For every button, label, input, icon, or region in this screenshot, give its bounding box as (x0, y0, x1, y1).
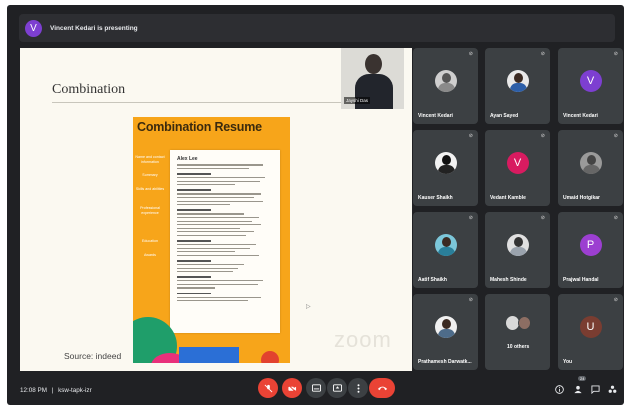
participant-name: You (563, 359, 573, 365)
speaker-name: Jayshi Das (344, 97, 371, 104)
participant-name: Umaid Hotgikar (563, 195, 600, 201)
info-button[interactable] (555, 385, 564, 396)
people-count-badge: 24 (578, 376, 587, 381)
mic-off-icon: ⊘ (468, 51, 473, 57)
mic-off-icon: ⊘ (540, 133, 545, 139)
shared-screen: Combination Jayshi Das Combination Resum… (20, 48, 412, 371)
mic-off-icon: ⊘ (613, 297, 618, 303)
activities-button[interactable] (608, 385, 617, 396)
info-icon (555, 385, 564, 394)
participant-tile[interactable]: ⊘ V Vincent Kedari (558, 48, 623, 124)
participant-name: Kauser Shaikh (418, 195, 453, 201)
participant-tile[interactable]: ⊘ Kauser Shaikh (413, 130, 478, 206)
mic-off-icon: ⊘ (613, 51, 618, 57)
slide-divider (52, 102, 352, 103)
resume-heading: Combination Resume (137, 120, 262, 134)
participant-name: Aatif Shaikh (418, 277, 447, 283)
resume-name: Alex Lee (177, 156, 198, 162)
participant-avatar: P (579, 234, 602, 256)
participant-photo (434, 152, 457, 174)
mic-off-icon: ⊘ (468, 133, 473, 139)
cursor-icon: ▷ (306, 304, 311, 310)
participant-name: Mahesh Shinde (490, 277, 527, 283)
decor-shape (261, 351, 279, 363)
present-now-button[interactable] (327, 378, 347, 398)
participant-tile[interactable]: ⊘ Umaid Hotgikar (558, 130, 623, 206)
resume-side-label: Professional experience (140, 206, 160, 215)
zoom-watermark: zoom (334, 327, 392, 352)
participant-photo (506, 234, 529, 256)
more-options-button[interactable] (348, 378, 368, 398)
speaker-head (365, 54, 382, 74)
meeting-code: ksw-tapk-izr (58, 387, 92, 394)
participant-avatar: U (579, 316, 602, 338)
clock-time: 12:08 PM (20, 387, 47, 394)
participant-tile[interactable]: ⊘ Aatif Shaikh (413, 212, 478, 288)
mic-off-icon: ⊘ (468, 297, 473, 303)
participant-name: Prathamesh Darwatk... (418, 359, 472, 365)
others-tile[interactable]: 10 others (485, 294, 550, 370)
mic-toggle-button[interactable] (258, 378, 278, 398)
participant-tile[interactable]: ⊘ Prathamesh Darwatk... (413, 294, 478, 370)
participant-tile[interactable]: ⊘ Ayan Sayed (485, 48, 550, 124)
participant-name: Vedant Kamble (490, 195, 526, 201)
participant-photo (434, 316, 457, 338)
meet-window: V Vincent Kedari is presenting Combinati… (7, 5, 624, 405)
meeting-details: 12:08 PM | ksw-tapk-izr (20, 387, 92, 394)
participant-tile[interactable]: ⊘ P Prajwal Handal (558, 212, 623, 288)
participant-tile[interactable]: ⊘ Vincent Kedari (413, 48, 478, 124)
participant-photo (434, 234, 457, 256)
slide-title: Combination (52, 82, 126, 97)
resume-image: Combination Resume Name and contact info… (133, 117, 290, 363)
mic-off-icon (264, 384, 272, 392)
participant-avatar: V (579, 70, 602, 92)
people-button[interactable] (573, 385, 583, 396)
chat-icon (591, 385, 600, 395)
chat-button[interactable] (591, 385, 600, 396)
others-label: 10 others (507, 344, 530, 350)
participant-name: Vincent Kedari (418, 113, 453, 119)
people-icon (574, 385, 582, 394)
participant-photo (506, 70, 529, 92)
self-tile[interactable]: ⊘ U You (558, 294, 623, 370)
participant-tile[interactable]: ⊘ Mahesh Shinde (485, 212, 550, 288)
participant-photo (434, 70, 457, 92)
leave-call-button[interactable] (369, 378, 395, 398)
resume-side-label: Awards (144, 252, 156, 257)
slide-source: Source: indeed (64, 351, 122, 361)
resume-side-label: Name and contact information (135, 155, 165, 164)
mic-off-icon: ⊘ (540, 51, 545, 57)
captions-button[interactable] (306, 378, 326, 398)
present-screen-icon (332, 384, 342, 392)
decor-shape (179, 347, 239, 363)
participant-photo (579, 152, 602, 174)
separator: | (51, 387, 54, 394)
presenter-avatar: V (25, 19, 42, 37)
resume-side-label: Education (142, 239, 158, 243)
others-avatars (506, 316, 532, 330)
participant-avatar: V (506, 152, 529, 174)
participant-name: Prajwal Handal (563, 277, 599, 283)
presenting-label: Vincent Kedari is presenting (50, 24, 138, 32)
mic-off-icon: ⊘ (540, 215, 545, 221)
resume-side-label: Summary (142, 173, 158, 177)
resume-paper: Alex Lee (170, 150, 280, 333)
participant-tile[interactable]: ⊘ V Vedant Kamble (485, 130, 550, 206)
mic-off-icon: ⊘ (613, 133, 618, 139)
end-call-icon (377, 386, 387, 391)
mic-off-icon: ⊘ (613, 215, 618, 221)
more-options-icon (357, 383, 359, 393)
speaker-video: Jayshi Das (341, 48, 404, 109)
activities-icon (608, 385, 617, 393)
presenting-bar: V Vincent Kedari is presenting (19, 14, 615, 42)
captions-icon (311, 384, 321, 392)
camera-toggle-button[interactable] (282, 378, 302, 398)
resume-side-label: Skills and abilities (135, 186, 165, 191)
participant-name: Vincent Kedari (563, 113, 598, 119)
participant-name: Ayan Sayed (490, 113, 519, 119)
mic-off-icon: ⊘ (468, 215, 473, 221)
camera-off-icon (288, 384, 297, 392)
resume-sidebar: Name and contact information Summary Ski… (135, 155, 165, 257)
